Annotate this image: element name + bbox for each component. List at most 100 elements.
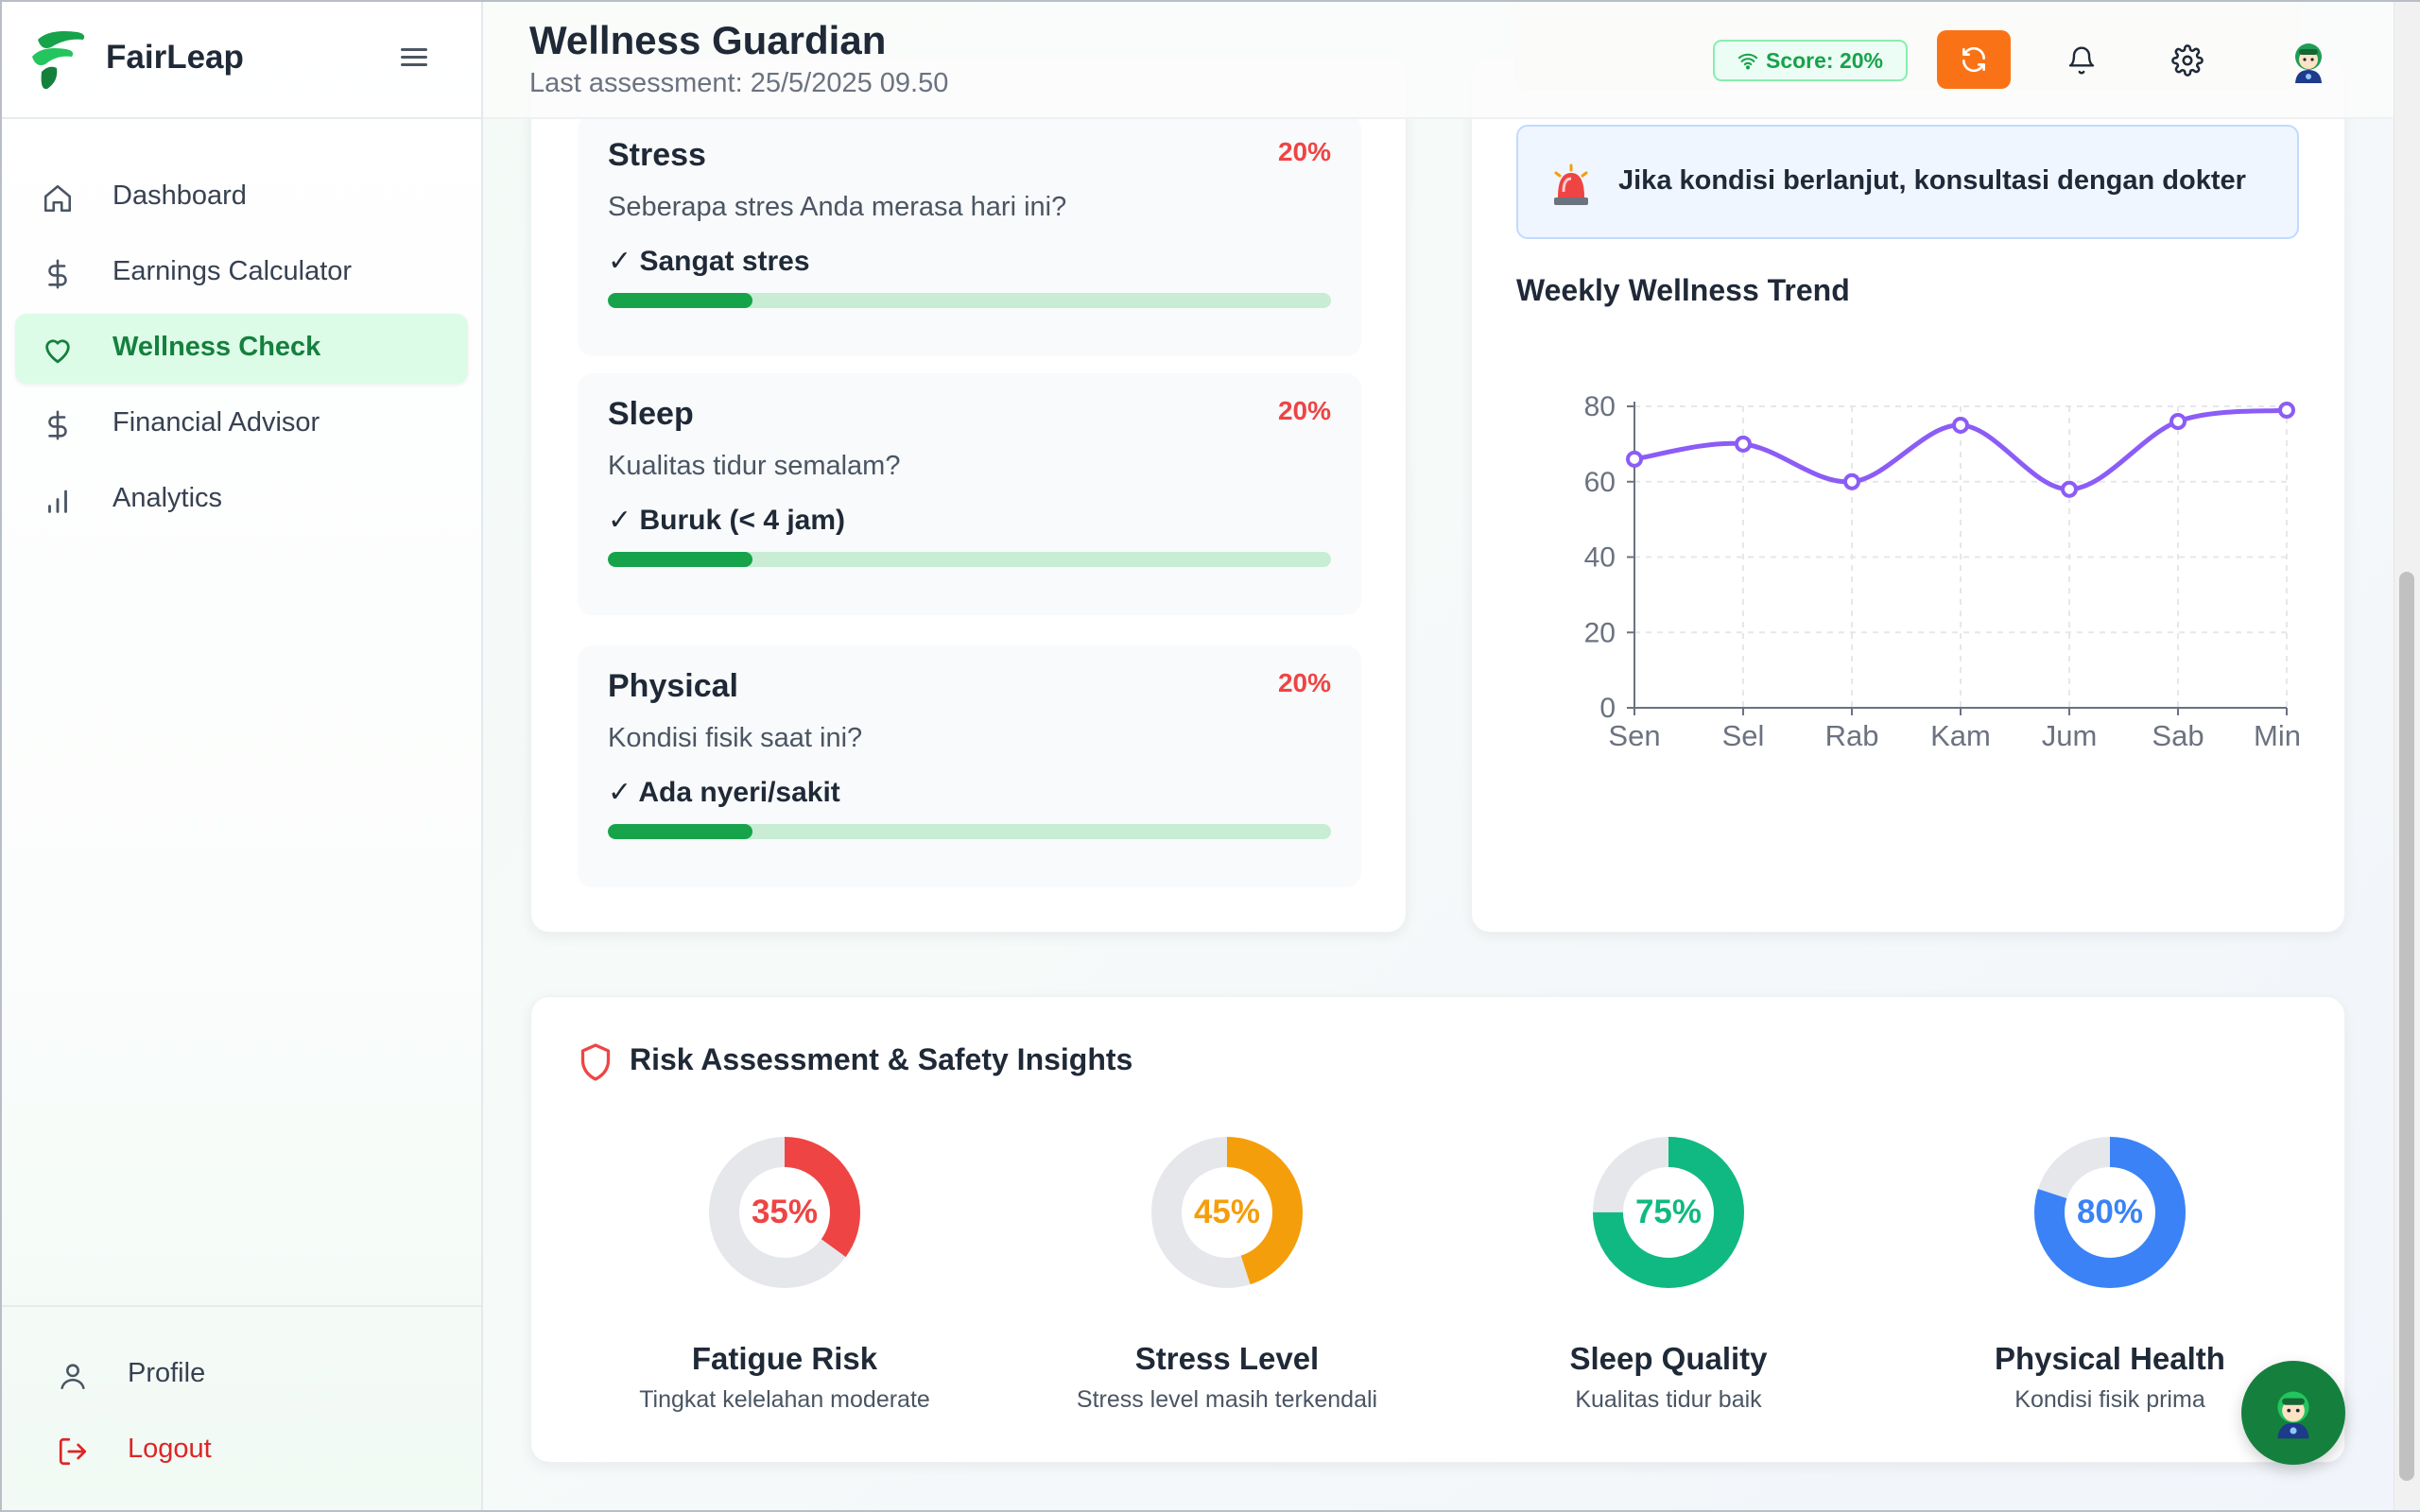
chat-assistant-button[interactable] bbox=[2241, 1361, 2345, 1465]
ring-value: 35% bbox=[751, 1194, 819, 1230]
wifi-icon bbox=[1737, 53, 1758, 70]
sidebar-item-wellness-check[interactable]: Wellness Check bbox=[15, 314, 468, 384]
gear-icon bbox=[2171, 44, 2204, 77]
sidebar-item-label: Earnings Calculator bbox=[112, 256, 353, 286]
metric-description: Tingkat kelelahan moderate bbox=[639, 1386, 930, 1413]
data-point bbox=[1735, 435, 1752, 453]
user-icon bbox=[60, 1364, 85, 1390]
settings-button[interactable] bbox=[2169, 42, 2206, 79]
risk-assessment-card: Risk Assessment & Safety Insights 35% Fa… bbox=[530, 996, 2345, 1463]
ring-value: 80% bbox=[2076, 1194, 2144, 1230]
risk-metric-stress: 45% Stress Level Stress level masih terk… bbox=[1006, 1137, 1448, 1439]
dollar-icon bbox=[48, 410, 67, 440]
menu-toggle-button[interactable] bbox=[393, 43, 435, 77]
x-tick-label: Sen bbox=[1608, 719, 1660, 752]
y-tick-label: 60 bbox=[1584, 467, 1616, 498]
dollar-icon bbox=[48, 259, 67, 289]
data-point bbox=[2061, 480, 2078, 498]
sidebar-item-analytics[interactable]: Analytics bbox=[15, 465, 468, 535]
score-badge: Score: 20% bbox=[1713, 40, 1908, 81]
risk-metric-sleep: 75% Sleep Quality Kualitas tidur baik bbox=[1447, 1137, 1890, 1439]
x-tick-label: Rab bbox=[1825, 719, 1879, 752]
x-tick-label: Jum bbox=[2042, 719, 2098, 752]
sidebar-footer: Profile Logout bbox=[0, 1305, 481, 1512]
x-tick-label: Sab bbox=[2152, 719, 2204, 752]
heart-icon bbox=[45, 339, 70, 364]
question-text: Seberapa stres Anda merasa hari ini? bbox=[608, 192, 1067, 222]
question-progress-bar bbox=[608, 824, 1331, 839]
question-percent: 20% bbox=[1277, 137, 1331, 166]
x-tick-label: Sel bbox=[1722, 719, 1765, 752]
question-title: Stress bbox=[608, 137, 706, 173]
question-progress-bar bbox=[608, 552, 1331, 567]
score-badge-text: Score: 20% bbox=[1765, 47, 1883, 73]
home-icon bbox=[43, 184, 72, 213]
sidebar-nav: Dashboard Earnings Calculator Wellness C… bbox=[15, 163, 468, 541]
alert-text: Jika kondisi berlanjut, konsultasi denga… bbox=[1618, 165, 2246, 196]
question-physical: Physical 20% Kondisi fisik saat ini? ✓ A… bbox=[578, 645, 1361, 887]
user-avatar[interactable] bbox=[2283, 36, 2334, 87]
bell-icon bbox=[2068, 46, 2095, 75]
x-tick-label: Kam bbox=[1930, 719, 1991, 752]
siren-icon bbox=[1554, 163, 1588, 205]
question-stress: Stress 20% Seberapa stres Anda merasa ha… bbox=[578, 114, 1361, 356]
question-title: Physical bbox=[608, 668, 738, 704]
notifications-button[interactable] bbox=[2063, 42, 2100, 79]
top-header: Wellness Guardian Last assessment: 25/5/… bbox=[483, 0, 2394, 119]
ring-value: 75% bbox=[1634, 1194, 1703, 1230]
y-tick-label: 80 bbox=[1584, 391, 1616, 422]
question-text: Kualitas tidur semalam? bbox=[608, 451, 901, 481]
sidebar-item-label: Wellness Check bbox=[112, 332, 321, 362]
fairleap-logo bbox=[32, 31, 85, 90]
weekly-wellness-chart: 020406080Sen Sel Rab Kam Jum Sab Min bbox=[1584, 391, 2301, 752]
risk-section-title: Risk Assessment & Safety Insights bbox=[630, 1042, 1133, 1076]
metric-name: Fatigue Risk bbox=[691, 1341, 878, 1376]
ring-value: 45% bbox=[1193, 1194, 1261, 1230]
sidebar-item-label: Dashboard bbox=[112, 180, 247, 211]
wellness-trend-card: Jika kondisi berlanjut, konsultasi denga… bbox=[1471, 57, 2345, 933]
sidebar-item-profile[interactable]: Profile bbox=[0, 1340, 481, 1410]
y-tick-label: 40 bbox=[1584, 542, 1616, 574]
sidebar-item-label: Logout bbox=[128, 1434, 212, 1464]
question-progress-bar bbox=[608, 293, 1331, 308]
sidebar-item-label: Analytics bbox=[112, 483, 223, 513]
chart-title: Weekly Wellness Trend bbox=[1516, 273, 1850, 307]
data-point bbox=[2278, 401, 2295, 419]
last-assessment-text: Last assessment: 25/5/2025 09.50 bbox=[529, 68, 949, 98]
brand-header: FairLeap bbox=[0, 0, 481, 119]
question-percent: 20% bbox=[1277, 668, 1331, 697]
data-point bbox=[1952, 416, 1969, 434]
logout-button[interactable]: Logout bbox=[0, 1416, 481, 1486]
refresh-button[interactable] bbox=[1937, 30, 2011, 89]
question-answer[interactable]: ✓ Sangat stres bbox=[608, 245, 810, 278]
sidebar-item-financial-advisor[interactable]: Financial Advisor bbox=[15, 389, 468, 459]
question-answer[interactable]: ✓ Ada nyeri/sakit bbox=[608, 776, 840, 809]
question-answer[interactable]: ✓ Buruk (< 4 jam) bbox=[608, 504, 845, 537]
data-point bbox=[1626, 450, 1643, 468]
doctor-alert: Jika kondisi berlanjut, konsultasi denga… bbox=[1516, 125, 2299, 239]
sidebar-item-label: Profile bbox=[128, 1358, 206, 1388]
question-percent: 20% bbox=[1277, 396, 1331, 425]
y-tick-label: 20 bbox=[1584, 617, 1616, 648]
metric-description: Kualitas tidur baik bbox=[1575, 1386, 1762, 1413]
bar-chart-icon bbox=[48, 490, 67, 513]
metric-description: Stress level masih terkendali bbox=[1076, 1386, 1378, 1413]
metric-name: Stress Level bbox=[1134, 1341, 1320, 1376]
assistant-avatar-icon bbox=[2277, 1391, 2309, 1439]
sidebar-item-dashboard[interactable]: Dashboard bbox=[15, 163, 468, 232]
logout-icon bbox=[59, 1437, 87, 1466]
x-tick-label: Min bbox=[2254, 719, 2301, 752]
wellness-questions-card: Stress 20% Seberapa stres Anda merasa ha… bbox=[530, 57, 1407, 933]
risk-metric-fatigue: 35% Fatigue Risk Tingkat kelelahan moder… bbox=[563, 1137, 1006, 1439]
sidebar: FairLeap Dashboard Earnings Calculator W… bbox=[0, 0, 483, 1512]
question-title: Sleep bbox=[608, 396, 694, 432]
page-title: Wellness Guardian bbox=[529, 18, 887, 62]
question-text: Kondisi fisik saat ini? bbox=[608, 723, 863, 753]
hamburger-icon bbox=[401, 48, 427, 51]
question-sleep: Sleep 20% Kualitas tidur semalam? ✓ Buru… bbox=[578, 373, 1361, 615]
scrollbar-thumb[interactable] bbox=[2399, 572, 2414, 1481]
brand-name: FairLeap bbox=[106, 39, 244, 76]
sidebar-item-earnings-calculator[interactable]: Earnings Calculator bbox=[15, 238, 468, 308]
sidebar-item-label: Financial Advisor bbox=[112, 407, 320, 438]
data-point bbox=[2169, 412, 2187, 430]
